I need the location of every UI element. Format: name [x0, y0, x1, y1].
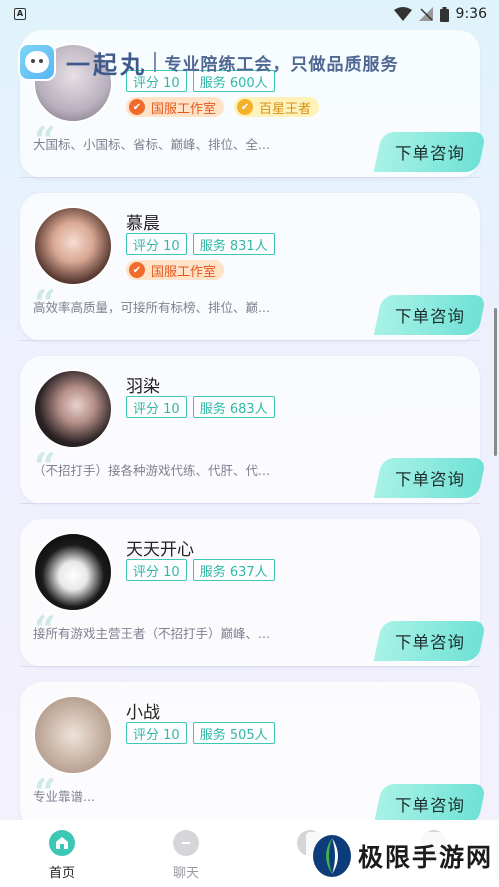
streamer-name: 慕晨 [126, 214, 160, 234]
verified-icon: ✔ [129, 99, 145, 115]
order-consult-button[interactable]: 下单咨询 [373, 458, 487, 498]
list-item[interactable]: 羽染 评分 10 服务 683人 “ （不招打手）接各种游戏代练、代肝、代...… [20, 356, 487, 504]
watermark: 极限手游网 [306, 832, 499, 880]
clock: 9:36 [455, 6, 487, 22]
avatar [33, 206, 113, 286]
watermark-logo-icon [313, 835, 351, 877]
order-consult-button[interactable]: 下单咨询 [373, 132, 487, 172]
description: 接所有游戏主营王者（不招打手）巅峰、... [33, 626, 270, 641]
streamer-name: 天天开心 [126, 540, 194, 560]
description: 专业靠谱... [33, 789, 95, 804]
list-item[interactable]: 小战 评分 10 服务 505人 “ 专业靠谱... 下单咨询 [20, 682, 487, 820]
description: 大国标、小国标、省标、巅峰、排位、全... [33, 137, 270, 152]
scrollbar[interactable] [494, 308, 497, 456]
wifi-icon [393, 7, 412, 21]
app-logo [18, 43, 56, 81]
description: （不招打手）接各种游戏代练、代肝、代... [33, 463, 270, 478]
studio-badge: ✔ 国服工作室 [126, 260, 225, 280]
service-count-tag: 服务 505人 [192, 722, 275, 744]
accessibility-icon: A [14, 8, 26, 20]
order-consult-button[interactable]: 下单咨询 [373, 621, 487, 661]
rank-badge: ✔ 百星王者 [234, 97, 320, 117]
service-count-tag: 服务 683人 [192, 396, 275, 418]
slogan: 专业陪练工会，只做品质服务 [164, 54, 399, 75]
signal-icon [418, 7, 433, 21]
app-name: 一起丸 [66, 50, 147, 79]
rating-tag: 评分 10 [126, 233, 187, 255]
tab-chat[interactable]: 聊天 [124, 820, 248, 887]
avatar [33, 695, 113, 775]
verified-icon: ✔ [129, 262, 145, 278]
tab-label: 聊天 [172, 866, 199, 881]
battery-icon [439, 6, 449, 22]
streamer-name: 小战 [126, 703, 160, 723]
watermark-text: 极限手游网 [358, 843, 494, 872]
service-count-tag: 服务 637人 [192, 559, 275, 581]
avatar [33, 532, 113, 612]
tab-home[interactable]: 首页 [0, 820, 124, 887]
streamer-name: 羽染 [126, 377, 160, 397]
list-item[interactable]: 慕晨 评分 10 服务 831人 ✔ 国服工作室 “ 高效率高质量，可接所有标榜、… [20, 193, 487, 341]
rating-tag: 评分 10 [126, 396, 187, 418]
divider [154, 52, 156, 72]
studio-badge: ✔ 国服工作室 [126, 97, 225, 117]
status-bar: A 9:36 [0, 0, 499, 28]
description: 高效率高质量，可接所有标榜、排位、巅... [33, 300, 270, 315]
tab-label: 首页 [48, 866, 75, 881]
home-icon [49, 830, 75, 856]
service-count-tag: 服务 831人 [192, 233, 275, 255]
streamer-list[interactable]: 评分 10 服务 600人 ✔ 国服工作室 ✔ 百星王者 “ 大国标、小国标、省标、… [0, 0, 499, 820]
avatar [33, 369, 113, 449]
order-consult-button[interactable]: 下单咨询 [373, 784, 487, 820]
rating-tag: 评分 10 [126, 559, 187, 581]
verified-icon: ✔ [237, 99, 254, 115]
order-consult-button[interactable]: 下单咨询 [373, 295, 487, 335]
list-item[interactable]: 天天开心 评分 10 服务 637人 “ 接所有游戏主营王者（不招打手）巅峰、.… [20, 519, 487, 667]
rating-tag: 评分 10 [126, 722, 187, 744]
chat-icon [173, 830, 199, 856]
app-header: 一起丸 专业陪练工会，只做品质服务 [18, 40, 488, 84]
